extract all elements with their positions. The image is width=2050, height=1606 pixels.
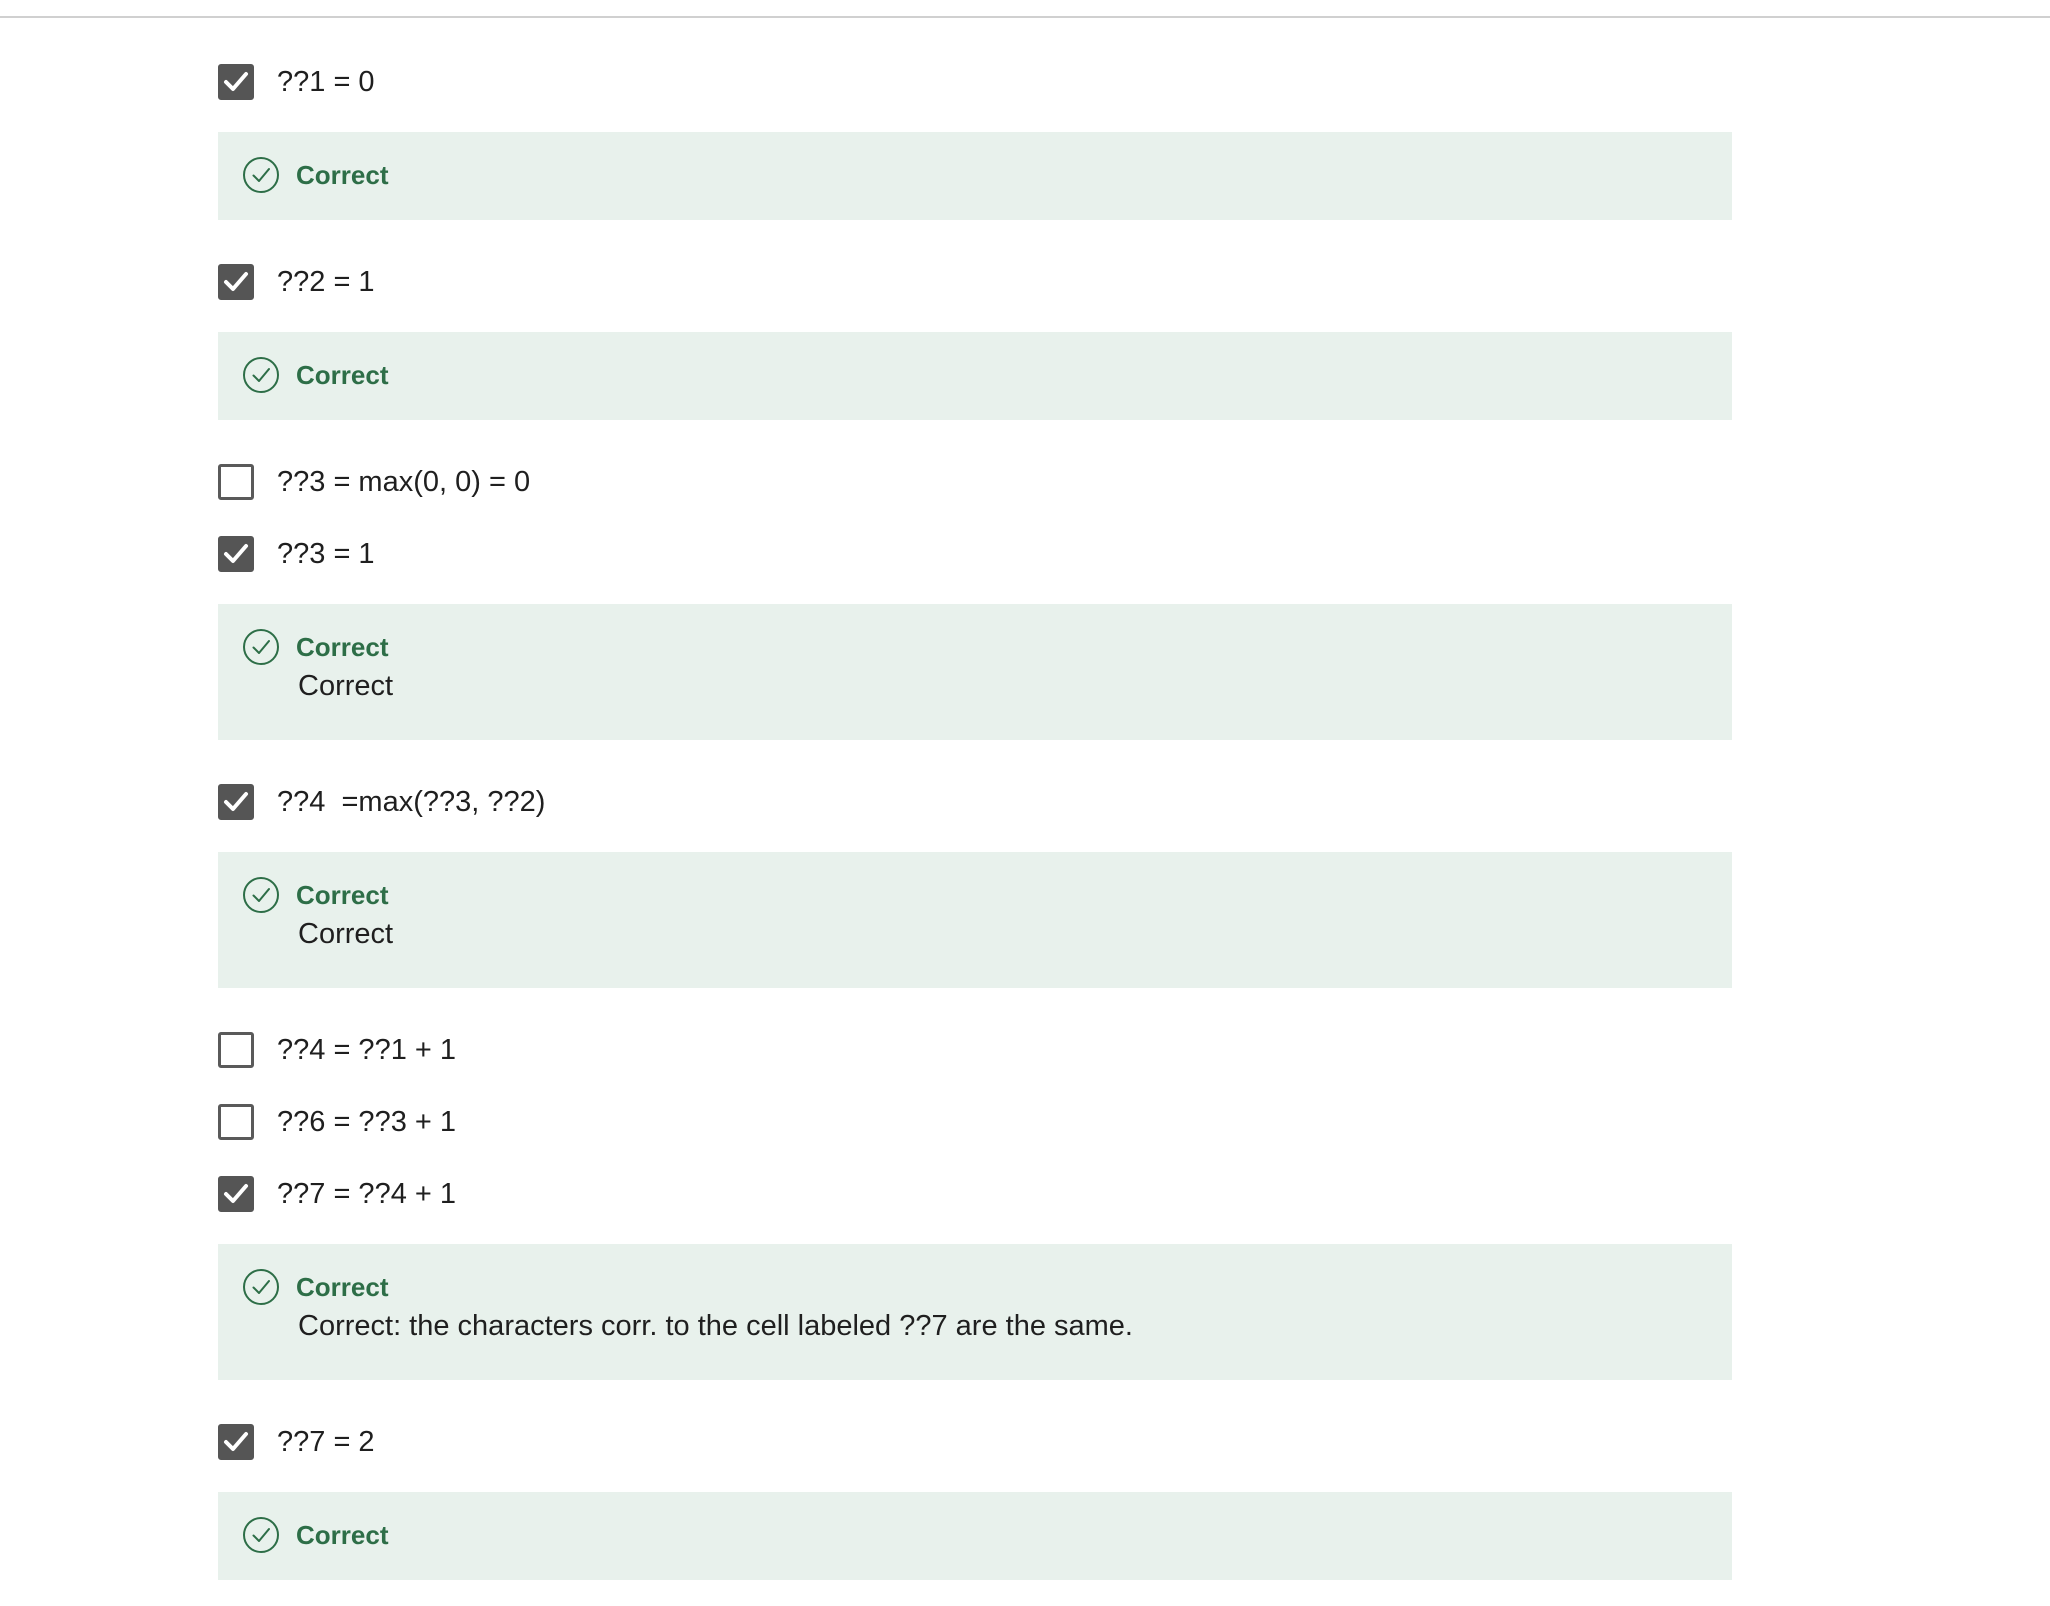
check-circle-icon [243,357,279,393]
feedback-panel: Correct [218,332,1732,420]
answer-checkbox[interactable] [218,264,254,300]
answer-checkbox[interactable] [218,536,254,572]
check-mark-icon [224,1432,248,1451]
answer-option-label: ??3 = 1 [277,537,375,570]
answer-option-label: ??3 = max(0, 0) = 0 [277,465,531,498]
answer-checkbox[interactable] [218,64,254,100]
answer-checkbox[interactable] [218,1032,254,1068]
check-mark-icon [224,1184,248,1203]
answer-checkbox[interactable] [218,1176,254,1212]
feedback-status: Correct [296,359,389,390]
answer-option-label: ??4 = ??1 + 1 [277,1033,456,1066]
feedback-message: Correct: the characters corr. to the cel… [298,1310,1133,1342]
answer-option[interactable]: ??3 = max(0, 0) = 0 [218,446,1732,518]
check-mark-icon [224,792,248,811]
check-circle-icon [243,157,279,193]
check-mark-icon [224,72,248,91]
answer-option[interactable]: ??7 = ??4 + 1 [218,1158,1732,1230]
feedback-panel: Correct Correct [218,604,1732,740]
quiz-answer-list: ??1 = 0 Correct ??2 = 1 Correct ??3 = ma… [218,46,1732,1606]
check-circle-icon [243,1269,279,1305]
answer-option-label: ??2 = 1 [277,265,375,298]
feedback-status: Correct [296,631,389,662]
check-mark-icon [224,544,248,563]
answer-option[interactable]: ??2 = 1 [218,246,1732,318]
answer-option[interactable]: ??6 = ??3 + 1 [218,1086,1732,1158]
answer-option[interactable]: ??3 = 1 [218,518,1732,590]
feedback-status: Correct [296,1519,389,1550]
feedback-message: Correct [298,918,394,950]
feedback-status: Correct [296,159,389,190]
answer-option-label: ??4 =max(??3, ??2) [277,785,546,818]
feedback-status: Correct [296,1271,389,1302]
top-divider [0,16,2050,18]
check-circle-icon [243,877,279,913]
answer-option-label: ??6 = ??3 + 1 [277,1105,456,1138]
answer-option[interactable]: ??4 =max(??3, ??2) [218,766,1732,838]
answer-option-label: ??7 = ??4 + 1 [277,1177,456,1210]
feedback-message: Correct [298,670,394,702]
answer-option[interactable]: ??4 = ??1 + 1 [218,1014,1732,1086]
answer-option-label: ??1 = 0 [277,65,375,98]
feedback-panel: Correct [218,1492,1732,1580]
check-mark-icon [224,272,248,291]
answer-checkbox[interactable] [218,1104,254,1140]
feedback-panel: Correct [218,132,1732,220]
feedback-panel: Correct Correct: the characters corr. to… [218,1244,1732,1380]
answer-checkbox[interactable] [218,1424,254,1460]
feedback-panel: Correct Correct [218,852,1732,988]
answer-checkbox[interactable] [218,464,254,500]
answer-option[interactable]: ??1 = 0 [218,46,1732,118]
answer-option[interactable]: ??7 = 2 [218,1406,1732,1478]
check-circle-icon [243,629,279,665]
answer-option-label: ??7 = 2 [277,1425,375,1458]
answer-checkbox[interactable] [218,784,254,820]
feedback-status: Correct [296,879,389,910]
check-circle-icon [243,1517,279,1553]
